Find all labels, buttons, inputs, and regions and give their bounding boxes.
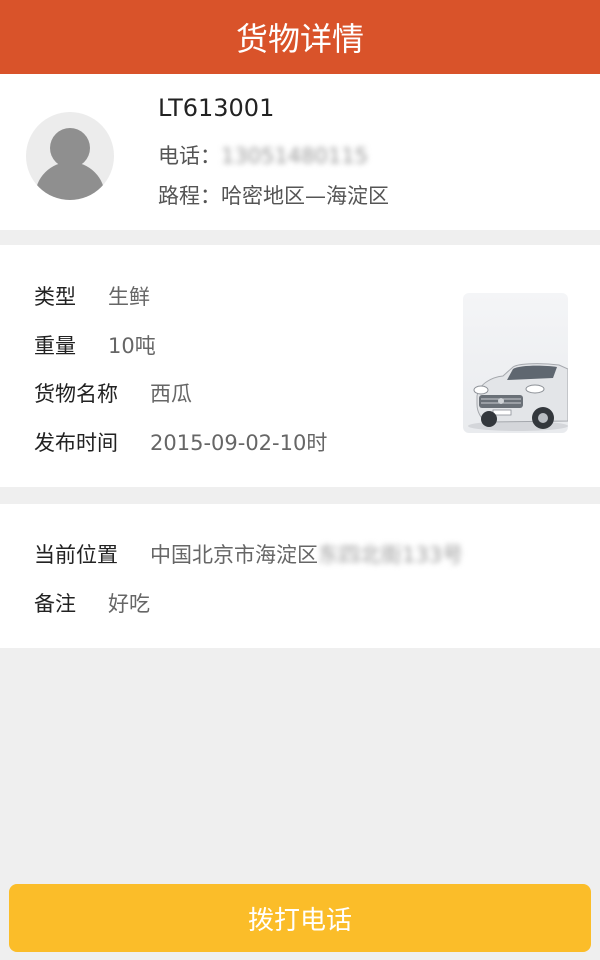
phone-line: 电话：13051480115	[158, 140, 368, 170]
cargo-type-label: 类型	[34, 285, 76, 309]
current-location-label: 当前位置	[34, 543, 118, 567]
phone-label: 电话：	[158, 144, 221, 168]
note-value: 好吃	[108, 592, 150, 616]
cargo-name-label: 货物名称	[34, 382, 118, 406]
note-label: 备注	[34, 592, 76, 616]
vehicle-photo[interactable]	[463, 293, 568, 433]
cargo-type-row: 类型 生鲜	[34, 281, 150, 311]
location-card: 当前位置 中国北京市海淀区东四北街133号 备注 好吃	[0, 504, 600, 648]
cargo-name-value: 西瓜	[150, 382, 192, 406]
note-row: 备注 好吃	[34, 588, 150, 618]
current-location-blurred: 东四北街133号	[318, 543, 464, 567]
publish-time-value: 2015-09-02-10时	[150, 431, 328, 455]
current-location-value: 中国北京市海淀区	[150, 543, 318, 567]
page-title-bar: 货物详情	[0, 0, 600, 74]
publish-time-label: 发布时间	[34, 431, 118, 455]
cargo-name-row: 货物名称 西瓜	[34, 378, 192, 408]
cargo-info-card: 类型 生鲜 重量 10吨 货物名称 西瓜 发布时间 2015-09-02-10时	[0, 245, 600, 487]
driver-code: LT613001	[158, 94, 275, 122]
cargo-weight-value: 10吨	[108, 334, 156, 358]
route-label: 路程：	[158, 184, 221, 208]
call-button[interactable]: 拨打电话	[9, 884, 591, 952]
current-location-row: 当前位置 中国北京市海淀区东四北街133号	[34, 539, 463, 569]
car-icon	[468, 363, 568, 431]
phone-value: 13051480115	[221, 144, 368, 168]
page-title: 货物详情	[235, 20, 364, 58]
publish-time-row: 发布时间 2015-09-02-10时	[34, 427, 327, 457]
cargo-weight-row: 重量 10吨	[34, 330, 156, 360]
cargo-weight-label: 重量	[34, 334, 76, 358]
avatar-icon	[26, 112, 114, 200]
route-value: 哈密地区—海淀区	[221, 184, 389, 208]
driver-profile: LT613001 电话：13051480115 路程：哈密地区—海淀区	[0, 74, 600, 230]
call-button-label: 拨打电话	[247, 905, 352, 936]
route-line: 路程：哈密地区—海淀区	[158, 180, 389, 210]
cargo-type-value: 生鲜	[108, 285, 150, 309]
